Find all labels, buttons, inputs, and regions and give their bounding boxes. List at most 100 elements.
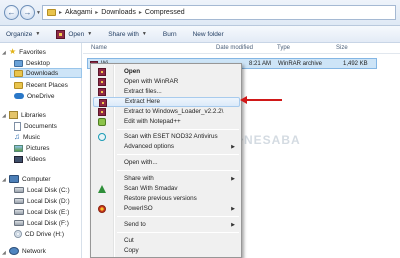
nav-onedrive[interactable]: OneDrive — [14, 91, 54, 101]
breadcrumb-item[interactable]: Compressed — [145, 9, 185, 16]
nav-disk-d[interactable]: Local Disk (D:) — [14, 196, 70, 206]
menu-item-share-with[interactable]: Share with ▶ — [93, 174, 240, 184]
annotation-arrow-icon — [240, 96, 247, 104]
nav-disk-f[interactable]: Local Disk (F:) — [14, 218, 69, 228]
menu-item-advanced-options[interactable]: Advanced options ▶ — [93, 142, 240, 152]
nav-desktop[interactable]: Desktop — [14, 58, 50, 68]
chevron-down-icon: ▼ — [35, 31, 41, 37]
chevron-right-icon[interactable]: ▸ — [139, 9, 142, 16]
expand-arrow-icon[interactable]: ◢ — [2, 113, 6, 119]
back-button[interactable]: ← — [4, 5, 19, 20]
breadcrumb-item[interactable]: Akagami — [65, 9, 92, 16]
watermark-text: NESABA — [244, 133, 301, 147]
open-button[interactable]: Open ▼ — [56, 29, 92, 39]
nav-cd-drive[interactable]: CD Drive (H:) — [14, 229, 64, 239]
star-icon: ★ — [9, 47, 17, 56]
breadcrumb[interactable]: ▸ Akagami ▸ Downloads ▸ Compressed — [42, 5, 396, 20]
menu-item-label: Extract files... — [124, 88, 162, 95]
submenu-arrow-icon: ▶ — [231, 222, 235, 228]
nav-videos[interactable]: Videos — [14, 154, 46, 164]
organize-button[interactable]: Organize ▼ — [6, 31, 40, 38]
nav-label: Videos — [26, 155, 46, 163]
menu-separator — [117, 129, 239, 130]
hard-disk-icon — [14, 209, 24, 215]
menu-item-copy[interactable]: Copy — [93, 246, 240, 256]
menu-separator — [117, 232, 239, 233]
menu-item-label: Open — [124, 68, 141, 75]
nav-downloads[interactable]: Downloads — [10, 68, 82, 78]
winrar-icon — [98, 78, 106, 86]
expand-arrow-icon[interactable]: ◢ — [2, 250, 6, 256]
annotation-arrow-line — [246, 99, 282, 101]
winrar-icon — [98, 68, 106, 76]
menu-item-cut[interactable]: Cut — [93, 236, 240, 246]
back-arrow-icon: ← — [7, 8, 16, 17]
network-icon — [9, 247, 19, 255]
recent-pages-dropdown-icon[interactable]: ▼ — [36, 10, 41, 16]
new-folder-label: New folder — [192, 30, 224, 38]
nav-recent-places[interactable]: Recent Places — [14, 80, 68, 90]
nav-disk-c[interactable]: Local Disk (C:) — [14, 185, 70, 195]
nav-label: Music — [23, 133, 40, 141]
chevron-right-icon[interactable]: ▸ — [59, 9, 62, 16]
nav-network[interactable]: Network — [9, 246, 46, 256]
menu-item-poweriso[interactable]: PowerISO ▶ — [93, 204, 240, 214]
nav-disk-e[interactable]: Local Disk (E:) — [14, 207, 69, 217]
menu-item-open[interactable]: Open — [93, 67, 240, 77]
hard-disk-icon — [14, 220, 24, 226]
menu-item-restore-versions[interactable]: Restore previous versions — [93, 194, 240, 204]
nav-computer[interactable]: Computer — [9, 174, 51, 184]
nav-favorites[interactable]: ★ Favorites — [9, 47, 46, 57]
cloud-icon — [14, 93, 24, 99]
new-folder-button[interactable]: New folder — [193, 31, 224, 38]
nav-label: Network — [22, 247, 46, 255]
menu-item-scan-eset[interactable]: Scan with ESET NOD32 Antivirus — [93, 132, 240, 142]
column-size[interactable]: Size — [336, 45, 348, 51]
document-icon — [14, 121, 21, 131]
downloads-folder-icon — [14, 69, 23, 77]
file-type: WinRAR archive — [278, 61, 323, 67]
menu-item-label: Scan with ESET NOD32 Antivirus — [124, 133, 218, 140]
menu-item-label: Restore previous versions — [124, 195, 197, 202]
column-date[interactable]: Date modified — [216, 45, 253, 51]
winrar-icon — [56, 29, 66, 39]
menu-item-edit-notepad[interactable]: Edit with Notepad++ — [93, 117, 240, 127]
submenu-arrow-icon: ▶ — [231, 144, 235, 150]
nav-label: Computer — [22, 175, 51, 183]
nav-label: Downloads — [26, 69, 59, 77]
menu-item-label: Open with... — [124, 159, 158, 166]
burn-button[interactable]: Burn — [163, 31, 177, 38]
submenu-arrow-icon: ▶ — [231, 206, 235, 212]
winrar-icon — [98, 88, 106, 96]
nav-documents[interactable]: Documents — [14, 121, 57, 131]
forward-button[interactable]: → — [20, 5, 35, 20]
computer-icon — [9, 175, 19, 183]
share-with-button[interactable]: Share with ▼ — [108, 31, 147, 38]
column-type[interactable]: Type — [277, 45, 290, 51]
nav-music[interactable]: ♫ Music — [14, 132, 40, 142]
context-menu: Open Open with WinRAR Extract files... E… — [90, 63, 242, 258]
recent-places-icon — [14, 81, 23, 89]
burn-label: Burn — [162, 30, 177, 38]
menu-item-scan-smadav[interactable]: Scan With Smadav — [93, 184, 240, 194]
expand-arrow-icon[interactable]: ◢ — [2, 177, 6, 183]
menu-item-send-to[interactable]: Send to ▶ — [93, 220, 240, 230]
menu-item-open-with[interactable]: Open with... — [93, 158, 240, 168]
menu-item-label: Open with WinRAR — [124, 78, 179, 85]
videos-icon — [14, 155, 23, 163]
nav-pictures[interactable]: Pictures — [14, 143, 49, 153]
expand-arrow-icon[interactable]: ◢ — [2, 50, 6, 56]
nav-libraries[interactable]: Libraries — [9, 110, 46, 120]
file-size: 1,492 KB — [343, 61, 368, 67]
breadcrumb-item[interactable]: Downloads — [101, 9, 136, 16]
chevron-right-icon[interactable]: ▸ — [95, 9, 98, 16]
menu-item-extract-files[interactable]: Extract files... — [93, 87, 240, 97]
column-name[interactable]: Name — [91, 45, 107, 51]
menu-item-open-with-winrar[interactable]: Open with WinRAR — [93, 77, 240, 87]
file-date: 8:21 AM — [249, 61, 272, 67]
menu-item-extract-to[interactable]: Extract to Windows_Loader_v2.2.2\ — [93, 107, 240, 117]
nav-label: Local Disk (E:) — [27, 208, 70, 216]
poweriso-icon — [98, 205, 106, 213]
menu-item-extract-here[interactable]: Extract Here — [93, 97, 240, 107]
menu-item-label: Extract to Windows_Loader_v2.2.2\ — [124, 108, 224, 115]
